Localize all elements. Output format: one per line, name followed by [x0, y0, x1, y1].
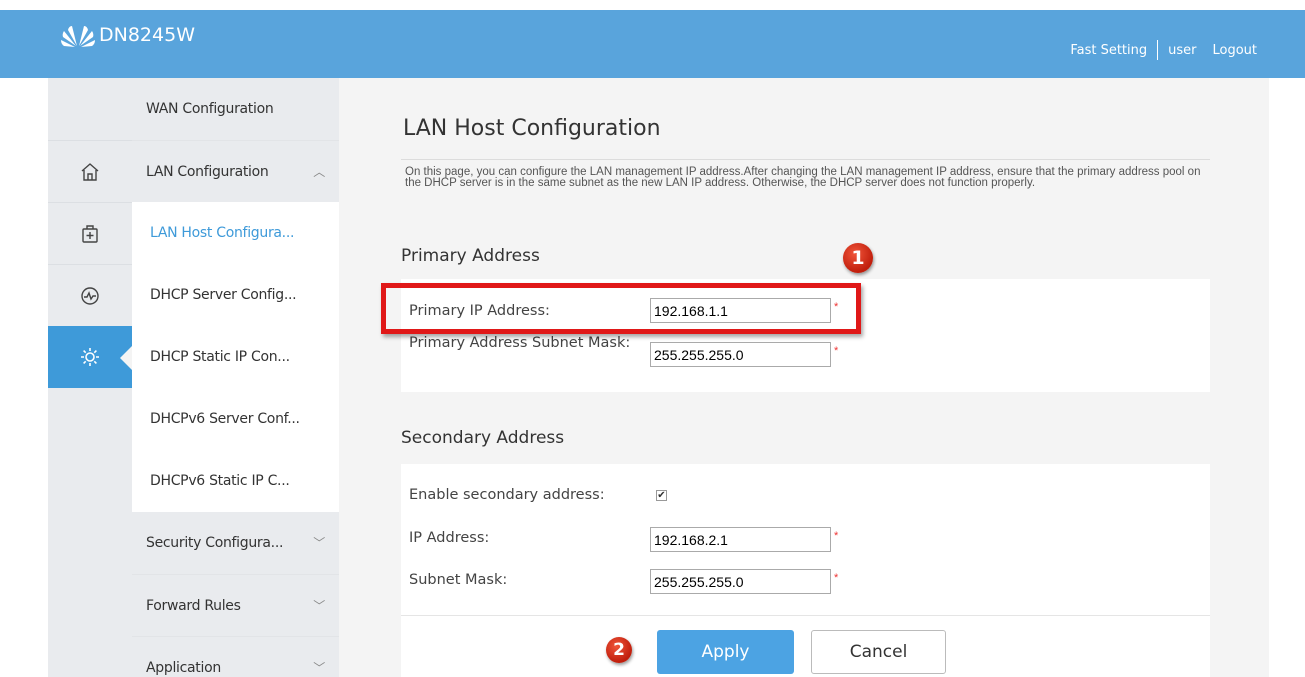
chevron-down-icon: ﹀ — [313, 661, 325, 675]
monitor-icon — [81, 286, 99, 305]
user-link[interactable]: user — [1168, 43, 1196, 58]
secondary-mask-input[interactable] — [650, 569, 831, 594]
menu-application[interactable]: Application ﹀ — [132, 636, 339, 677]
menu-wan-configuration[interactable]: WAN Configuration — [132, 78, 339, 140]
active-notch — [120, 346, 132, 370]
menu-dhcpv6-static-ip[interactable]: DHCPv6 Static IP C... — [132, 450, 339, 512]
rail-monitor[interactable] — [48, 264, 132, 326]
menu-label: DHCP Static IP Con... — [150, 349, 290, 365]
title-divider — [401, 159, 1210, 160]
menu-dhcp-server-configuration[interactable]: DHCP Server Config... — [132, 264, 339, 326]
secondary-ip-label: IP Address: — [409, 530, 490, 546]
header-links: Fast Setting user Logout — [1070, 40, 1257, 60]
page-description: On this page, you can configure the LAN … — [405, 166, 1201, 189]
menu-label: Application — [146, 659, 221, 676]
required-mark: * — [834, 345, 839, 357]
secondary-mask-label: Subnet Mask: — [409, 572, 508, 588]
device-icon — [82, 224, 98, 243]
fast-setting-link[interactable]: Fast Setting — [1070, 43, 1147, 58]
rail-home[interactable] — [48, 140, 132, 202]
menu-lan-configuration[interactable]: LAN Configuration ︿ — [132, 140, 339, 202]
icon-rail — [48, 78, 132, 677]
brand: DN8245W — [60, 20, 195, 50]
chevron-down-icon: ﹀ — [313, 536, 325, 550]
secondary-ip-input[interactable] — [650, 527, 831, 552]
step-1-badge: 1 — [843, 243, 873, 273]
highlight-box — [381, 283, 861, 334]
header-divider — [1157, 40, 1159, 60]
rail-settings[interactable] — [48, 326, 132, 388]
logout-link[interactable]: Logout — [1212, 43, 1257, 58]
primary-address-heading: Primary Address — [401, 246, 540, 266]
cancel-button[interactable]: Cancel — [811, 630, 946, 674]
menu-label: LAN Host Configura... — [150, 225, 295, 241]
menu-forward-rules[interactable]: Forward Rules ﹀ — [132, 574, 339, 636]
menu-label: WAN Configuration — [146, 101, 274, 117]
rail-device[interactable] — [48, 202, 132, 264]
brand-name: DN8245W — [99, 24, 195, 46]
menu-label: DHCP Server Config... — [150, 287, 297, 303]
secondary-address-panel: Enable secondary address: ✔ IP Address: … — [401, 464, 1210, 677]
menu-lan-host-configuration[interactable]: LAN Host Configura... — [132, 202, 339, 264]
secondary-address-heading: Secondary Address — [401, 428, 565, 448]
chevron-up-icon: ︿ — [313, 165, 325, 179]
settings-icon — [81, 348, 99, 366]
top-header: DN8245W Fast Setting user Logout — [0, 10, 1305, 78]
menu-dhcp-static-ip[interactable]: DHCP Static IP Con... — [132, 326, 339, 388]
home-icon — [81, 162, 99, 181]
panel-divider — [401, 615, 1210, 616]
required-mark: * — [834, 572, 839, 584]
menu-label: LAN Configuration — [146, 163, 269, 180]
step-2-badge: 2 — [606, 637, 632, 663]
menu-dhcpv6-server[interactable]: DHCPv6 Server Conf... — [132, 388, 339, 450]
huawei-logo-icon — [61, 26, 95, 47]
apply-button[interactable]: Apply — [657, 630, 794, 674]
menu-security-configuration[interactable]: Security Configura... ﹀ — [132, 512, 339, 574]
enable-secondary-checkbox[interactable]: ✔ — [656, 490, 667, 501]
menu-label: Security Configura... — [146, 535, 284, 551]
chevron-down-icon: ﹀ — [313, 599, 325, 613]
required-mark: * — [834, 530, 839, 542]
primary-mask-input[interactable] — [650, 342, 831, 367]
primary-mask-label: Primary Address Subnet Mask: — [409, 335, 631, 351]
submenu: WAN Configuration LAN Configuration ︿ LA… — [132, 78, 339, 677]
enable-secondary-label: Enable secondary address: — [409, 487, 605, 503]
menu-label: Forward Rules — [146, 597, 241, 614]
menu-label: DHCPv6 Server Conf... — [150, 411, 300, 427]
page-title: LAN Host Configuration — [403, 116, 661, 141]
main-content: LAN Host Configuration On this page, you… — [339, 78, 1269, 677]
menu-label: DHCPv6 Static IP C... — [150, 473, 290, 489]
